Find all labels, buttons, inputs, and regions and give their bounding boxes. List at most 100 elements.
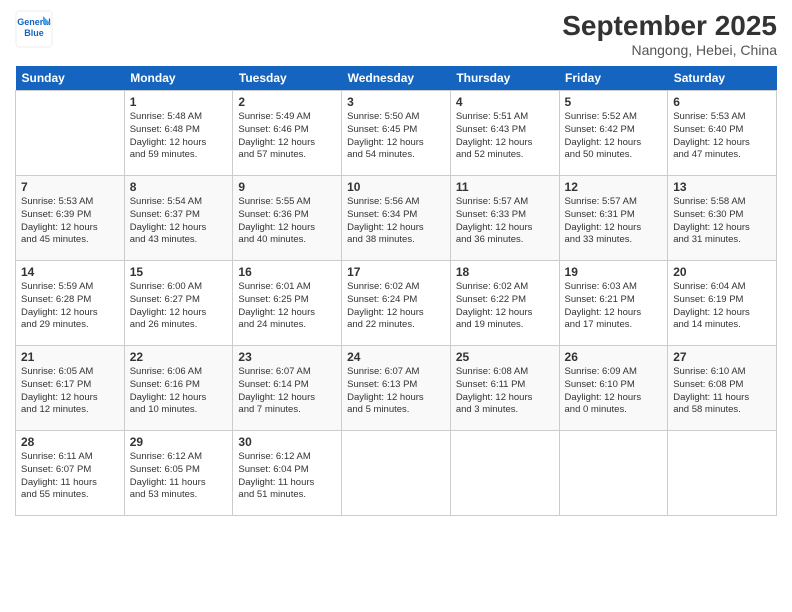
weekday-header-thursday: Thursday	[450, 66, 559, 91]
day-info: Sunrise: 5:56 AM Sunset: 6:34 PM Dayligh…	[347, 196, 445, 247]
day-info: Sunrise: 5:59 AM Sunset: 6:28 PM Dayligh…	[21, 281, 119, 332]
day-cell	[668, 431, 777, 516]
day-cell: 12 Sunrise: 5:57 AM Sunset: 6:31 PM Dayli…	[559, 176, 668, 261]
day-info: Sunrise: 5:49 AM Sunset: 6:46 PM Dayligh…	[238, 111, 336, 162]
day-info: Sunrise: 6:08 AM Sunset: 6:11 PM Dayligh…	[456, 366, 554, 417]
day-info: Sunrise: 6:00 AM Sunset: 6:27 PM Dayligh…	[130, 281, 228, 332]
day-number: 11	[456, 180, 554, 194]
location: Nangong, Hebei, China	[562, 42, 777, 58]
day-cell: 19 Sunrise: 6:03 AM Sunset: 6:21 PM Dayli…	[559, 261, 668, 346]
title-block: September 2025 Nangong, Hebei, China	[562, 10, 777, 58]
day-cell	[559, 431, 668, 516]
day-number: 30	[238, 435, 336, 449]
weekday-header-row: SundayMondayTuesdayWednesdayThursdayFrid…	[16, 66, 777, 91]
day-cell: 3 Sunrise: 5:50 AM Sunset: 6:45 PM Daylig…	[342, 91, 451, 176]
day-cell	[342, 431, 451, 516]
day-cell: 8 Sunrise: 5:54 AM Sunset: 6:37 PM Daylig…	[124, 176, 233, 261]
day-number: 6	[673, 95, 771, 109]
header: General Blue September 2025 Nangong, Heb…	[15, 10, 777, 58]
day-number: 23	[238, 350, 336, 364]
week-row-3: 14 Sunrise: 5:59 AM Sunset: 6:28 PM Dayli…	[16, 261, 777, 346]
day-cell: 28Sunrise: 6:11 AM Sunset: 6:07 PM Dayli…	[16, 431, 125, 516]
day-cell: 5 Sunrise: 5:52 AM Sunset: 6:42 PM Daylig…	[559, 91, 668, 176]
day-info: Sunrise: 5:58 AM Sunset: 6:30 PM Dayligh…	[673, 196, 771, 247]
day-number: 10	[347, 180, 445, 194]
day-number: 19	[565, 265, 663, 279]
day-number: 8	[130, 180, 228, 194]
day-info: Sunrise: 5:52 AM Sunset: 6:42 PM Dayligh…	[565, 111, 663, 162]
day-number: 17	[347, 265, 445, 279]
day-number: 14	[21, 265, 119, 279]
day-cell: 4Sunrise: 5:51 AM Sunset: 6:43 PM Daylig…	[450, 91, 559, 176]
day-info: Sunrise: 5:48 AM Sunset: 6:48 PM Dayligh…	[130, 111, 228, 162]
day-number: 3	[347, 95, 445, 109]
day-number: 18	[456, 265, 554, 279]
day-info: Sunrise: 6:12 AM Sunset: 6:04 PM Dayligh…	[238, 451, 336, 502]
day-info: Sunrise: 6:02 AM Sunset: 6:24 PM Dayligh…	[347, 281, 445, 332]
day-cell: 22 Sunrise: 6:06 AM Sunset: 6:16 PM Dayli…	[124, 346, 233, 431]
day-number: 12	[565, 180, 663, 194]
day-info: Sunrise: 5:57 AM Sunset: 6:33 PM Dayligh…	[456, 196, 554, 247]
day-cell: 7 Sunrise: 5:53 AM Sunset: 6:39 PM Daylig…	[16, 176, 125, 261]
day-info: Sunrise: 6:04 AM Sunset: 6:19 PM Dayligh…	[673, 281, 771, 332]
weekday-header-sunday: Sunday	[16, 66, 125, 91]
day-cell: 17 Sunrise: 6:02 AM Sunset: 6:24 PM Dayli…	[342, 261, 451, 346]
calendar-table: SundayMondayTuesdayWednesdayThursdayFrid…	[15, 66, 777, 516]
weekday-header-tuesday: Tuesday	[233, 66, 342, 91]
day-cell: 1 Sunrise: 5:48 AM Sunset: 6:48 PM Daylig…	[124, 91, 233, 176]
day-number: 1	[130, 95, 228, 109]
day-cell: 18 Sunrise: 6:02 AM Sunset: 6:22 PM Dayli…	[450, 261, 559, 346]
day-cell: 26Sunrise: 6:09 AM Sunset: 6:10 PM Dayli…	[559, 346, 668, 431]
svg-text:Blue: Blue	[24, 28, 44, 38]
week-row-5: 28Sunrise: 6:11 AM Sunset: 6:07 PM Dayli…	[16, 431, 777, 516]
day-number: 7	[21, 180, 119, 194]
day-number: 29	[130, 435, 228, 449]
day-cell: 11 Sunrise: 5:57 AM Sunset: 6:33 PM Dayli…	[450, 176, 559, 261]
day-cell: 23 Sunrise: 6:07 AM Sunset: 6:14 PM Dayli…	[233, 346, 342, 431]
day-info: Sunrise: 5:50 AM Sunset: 6:45 PM Dayligh…	[347, 111, 445, 162]
day-info: Sunrise: 6:10 AM Sunset: 6:08 PM Dayligh…	[673, 366, 771, 417]
page: General Blue September 2025 Nangong, Heb…	[0, 0, 792, 612]
day-info: Sunrise: 6:03 AM Sunset: 6:21 PM Dayligh…	[565, 281, 663, 332]
week-row-1: 1 Sunrise: 5:48 AM Sunset: 6:48 PM Daylig…	[16, 91, 777, 176]
day-info: Sunrise: 5:53 AM Sunset: 6:39 PM Dayligh…	[21, 196, 119, 247]
day-cell: 9Sunrise: 5:55 AM Sunset: 6:36 PM Daylig…	[233, 176, 342, 261]
day-number: 22	[130, 350, 228, 364]
day-cell: 30 Sunrise: 6:12 AM Sunset: 6:04 PM Dayli…	[233, 431, 342, 516]
weekday-header-friday: Friday	[559, 66, 668, 91]
day-info: Sunrise: 6:02 AM Sunset: 6:22 PM Dayligh…	[456, 281, 554, 332]
day-info: Sunrise: 6:07 AM Sunset: 6:14 PM Dayligh…	[238, 366, 336, 417]
day-number: 28	[21, 435, 119, 449]
day-info: Sunrise: 6:09 AM Sunset: 6:10 PM Dayligh…	[565, 366, 663, 417]
day-info: Sunrise: 5:57 AM Sunset: 6:31 PM Dayligh…	[565, 196, 663, 247]
day-cell	[16, 91, 125, 176]
day-info: Sunrise: 6:01 AM Sunset: 6:25 PM Dayligh…	[238, 281, 336, 332]
day-info: Sunrise: 5:54 AM Sunset: 6:37 PM Dayligh…	[130, 196, 228, 247]
day-number: 5	[565, 95, 663, 109]
day-number: 2	[238, 95, 336, 109]
day-cell: 24 Sunrise: 6:07 AM Sunset: 6:13 PM Dayli…	[342, 346, 451, 431]
logo-icon: General Blue	[15, 10, 53, 48]
day-info: Sunrise: 5:53 AM Sunset: 6:40 PM Dayligh…	[673, 111, 771, 162]
day-info: Sunrise: 5:55 AM Sunset: 6:36 PM Dayligh…	[238, 196, 336, 247]
week-row-4: 21Sunrise: 6:05 AM Sunset: 6:17 PM Dayli…	[16, 346, 777, 431]
day-cell: 15Sunrise: 6:00 AM Sunset: 6:27 PM Dayli…	[124, 261, 233, 346]
day-cell	[450, 431, 559, 516]
weekday-header-wednesday: Wednesday	[342, 66, 451, 91]
day-number: 4	[456, 95, 554, 109]
day-cell: 25Sunrise: 6:08 AM Sunset: 6:11 PM Dayli…	[450, 346, 559, 431]
day-number: 27	[673, 350, 771, 364]
day-info: Sunrise: 6:07 AM Sunset: 6:13 PM Dayligh…	[347, 366, 445, 417]
day-number: 24	[347, 350, 445, 364]
day-info: Sunrise: 6:06 AM Sunset: 6:16 PM Dayligh…	[130, 366, 228, 417]
day-cell: 21Sunrise: 6:05 AM Sunset: 6:17 PM Dayli…	[16, 346, 125, 431]
day-cell: 27 Sunrise: 6:10 AM Sunset: 6:08 PM Dayli…	[668, 346, 777, 431]
day-number: 13	[673, 180, 771, 194]
day-cell: 13 Sunrise: 5:58 AM Sunset: 6:30 PM Dayli…	[668, 176, 777, 261]
day-cell: 6 Sunrise: 5:53 AM Sunset: 6:40 PM Daylig…	[668, 91, 777, 176]
day-number: 20	[673, 265, 771, 279]
day-cell: 16Sunrise: 6:01 AM Sunset: 6:25 PM Dayli…	[233, 261, 342, 346]
weekday-header-monday: Monday	[124, 66, 233, 91]
day-info: Sunrise: 6:05 AM Sunset: 6:17 PM Dayligh…	[21, 366, 119, 417]
day-info: Sunrise: 6:12 AM Sunset: 6:05 PM Dayligh…	[130, 451, 228, 502]
